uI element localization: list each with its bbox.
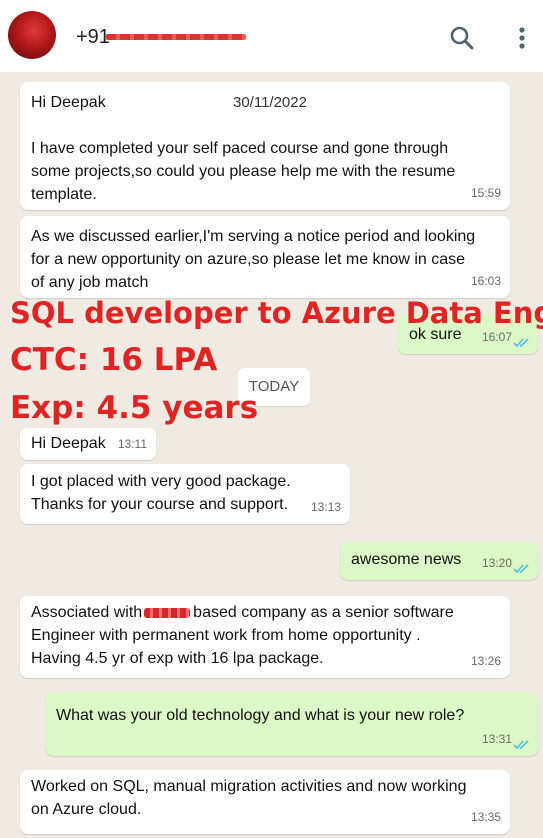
message-bubble-incoming[interactable]: Worked on SQL, manual migration activiti… xyxy=(20,770,510,834)
message-time: 13:35 xyxy=(470,810,501,824)
double-check-icon xyxy=(513,564,529,574)
overlay-headline: SQL developer to Azure Data Eng xyxy=(10,296,543,330)
message-text: Hi Deepak xyxy=(31,435,106,452)
search-button[interactable] xyxy=(448,24,476,52)
contact-name[interactable]: +91 xyxy=(76,26,110,49)
message-text-segment: Associated with xyxy=(31,604,143,621)
overlay-ctc: CTC: 16 LPA xyxy=(10,342,218,378)
redaction-scribble xyxy=(144,607,191,618)
message-time: 15:59 xyxy=(470,186,501,200)
message-text-segment: based company as a senior software xyxy=(193,604,454,621)
message-time: 13:13 xyxy=(310,500,341,514)
double-check-icon xyxy=(513,740,529,750)
message-bubble-incoming[interactable]: I got placed with very good package. Tha… xyxy=(20,464,350,524)
message-time: 13:31 xyxy=(481,732,512,746)
message-date: 30/11/2022 xyxy=(233,94,307,111)
menu-button[interactable] xyxy=(508,24,536,52)
message-text: I got placed with very good package. Tha… xyxy=(31,473,291,513)
message-bubble-outgoing[interactable]: awesome news 13:20 xyxy=(340,542,538,580)
message-bubble-incoming[interactable]: Hi Deepak 13:11 xyxy=(20,428,156,460)
redaction-scribble xyxy=(106,34,246,40)
message-time: 16:03 xyxy=(470,274,501,288)
message-text: awesome news xyxy=(351,551,462,568)
message-time: 13:11 xyxy=(117,437,147,451)
message-bubble-incoming[interactable]: Associated with based company as a senior… xyxy=(20,596,510,678)
contact-avatar[interactable] xyxy=(8,11,56,59)
search-icon xyxy=(450,26,474,50)
message-bubble-incoming[interactable]: Hi Deepak I have completed your self pac… xyxy=(20,82,510,210)
message-bubble-incoming[interactable]: As we discussed earlier,I'm serving a no… xyxy=(20,216,510,298)
message-text: As we discussed earlier,I'm serving a no… xyxy=(31,228,476,291)
message-text: Worked on SQL, manual migration activiti… xyxy=(31,778,467,818)
message-bubble-outgoing[interactable]: What was your old technology and what is… xyxy=(46,692,538,756)
more-vertical-icon xyxy=(519,27,525,49)
message-text: Associated with based company as a senior… xyxy=(31,604,454,667)
message-time: 13:26 xyxy=(470,654,501,668)
message-text: What was your old technology and what is… xyxy=(56,707,465,724)
message-time: 13:20 xyxy=(481,556,512,570)
chat-header: +91 xyxy=(0,0,543,73)
overlay-experience: Exp: 4.5 years xyxy=(10,390,259,426)
double-check-icon xyxy=(513,338,529,348)
